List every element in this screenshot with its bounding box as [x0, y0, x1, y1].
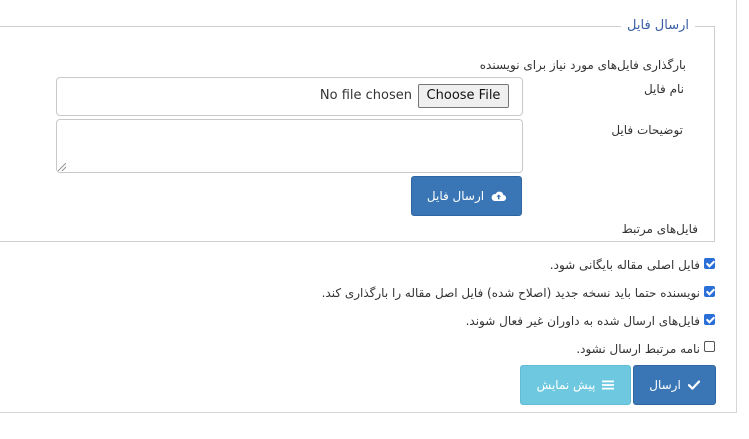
- menu-lines-icon: [602, 380, 615, 390]
- file-status-text: No file chosen: [319, 88, 412, 103]
- option-revision-label: نویسنده حتما باید نسخه جدید (اصلاح شده) …: [321, 286, 700, 300]
- resize-grip-icon[interactable]: [58, 163, 66, 171]
- file-description-textarea[interactable]: [56, 119, 523, 173]
- option-no-letter-label: نامه مرتبط ارسال نشود.: [576, 342, 700, 356]
- upload-file-button[interactable]: ارسال فایل: [411, 176, 522, 216]
- file-description-label: توضیحات فایل: [611, 123, 683, 137]
- choose-file-button[interactable]: Choose File: [418, 84, 509, 108]
- option-no-letter-checkbox[interactable]: [704, 341, 715, 352]
- option-disable-files-label: فایل‌های ارسال شده به داوران غیر فعال شو…: [465, 314, 700, 328]
- fieldset-legend: ارسال فایل: [621, 18, 695, 34]
- file-name-label: نام فایل: [643, 82, 684, 96]
- file-input[interactable]: No file chosen Choose File: [56, 77, 523, 116]
- upload-file-button-label: ارسال فایل: [426, 189, 485, 203]
- cloud-upload-icon: [491, 190, 507, 202]
- send-button-label: ارسال: [649, 378, 681, 392]
- send-button[interactable]: ارسال: [633, 365, 716, 405]
- option-archive-label: فایل اصلی مقاله بایگانی شود.: [549, 258, 700, 272]
- check-icon: [687, 380, 700, 390]
- related-files-label: فایل‌های مرتبط: [621, 222, 698, 236]
- option-disable-files-checkbox[interactable]: [704, 314, 715, 325]
- preview-button[interactable]: پیش نمایش: [520, 365, 631, 405]
- preview-button-label: پیش نمایش: [536, 378, 596, 392]
- fieldset-description: بارگذاری فایل‌های مورد نیاز برای نویسنده: [479, 58, 686, 72]
- option-revision-checkbox[interactable]: [704, 286, 715, 297]
- option-archive-checkbox[interactable]: [704, 258, 715, 269]
